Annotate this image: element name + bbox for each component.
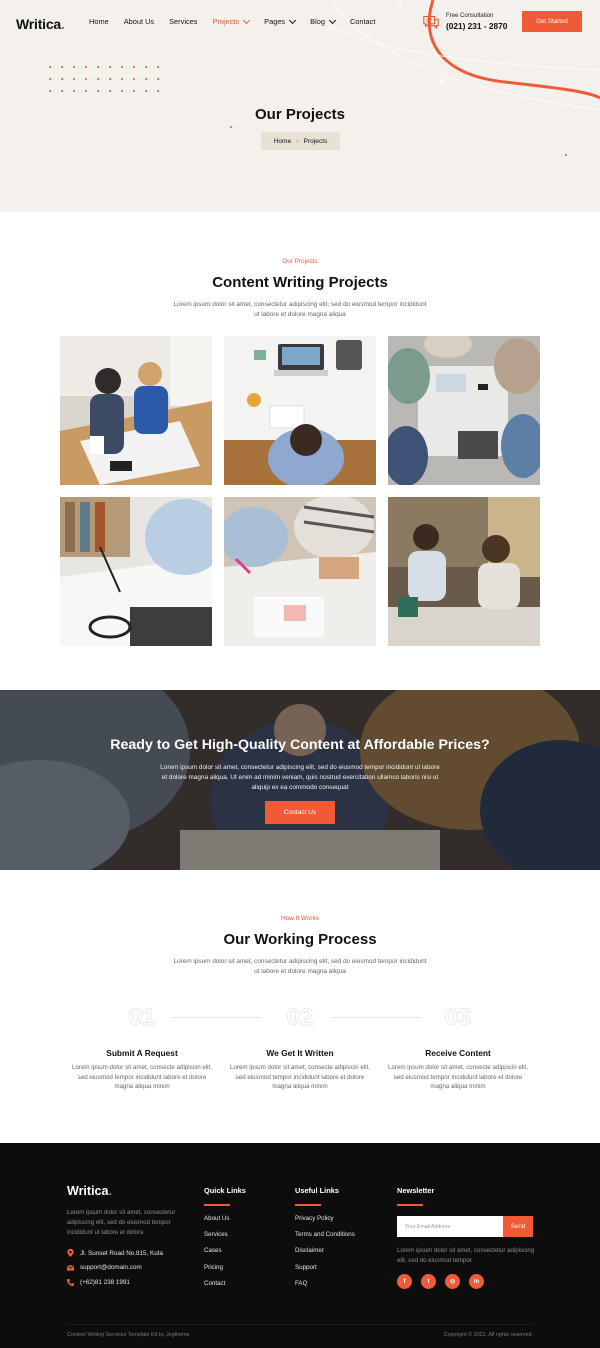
- project-image[interactable]: [60, 497, 212, 646]
- chevron-right-icon: ›: [296, 137, 299, 145]
- process-step: 03 Receive Content Lorem ipsum dolor sit…: [378, 1000, 538, 1092]
- footer-phone[interactable]: (+62)81 238 1991: [80, 1279, 130, 1286]
- footer: Writica. Lorem ipsum dolor sit amet, con…: [0, 1143, 600, 1348]
- project-image[interactable]: [388, 497, 540, 646]
- project-image[interactable]: [388, 336, 540, 485]
- project-gallery: [60, 336, 540, 646]
- footer-link[interactable]: Privacy Policy: [295, 1215, 355, 1231]
- dot-decor: [230, 126, 232, 128]
- main-nav: Home About Us Services Projects Pages Bl…: [89, 16, 390, 26]
- breadcrumb: Home › Projects: [261, 132, 340, 150]
- twitter-icon[interactable]: t: [421, 1274, 436, 1289]
- nav-item-contact[interactable]: Contact: [350, 17, 375, 26]
- footer-link[interactable]: Contact: [204, 1280, 229, 1296]
- newsletter-send-button[interactable]: Send: [503, 1216, 533, 1237]
- consult-phone: (021) 231 - 2870: [446, 21, 508, 31]
- useful-links-title: Useful Links: [295, 1186, 339, 1195]
- chevron-down-icon: [328, 16, 336, 24]
- footer-link[interactable]: Support: [295, 1264, 355, 1280]
- nav-item-services[interactable]: Services: [169, 17, 197, 26]
- step-number: 01: [128, 1004, 156, 1032]
- footer-link[interactable]: Services: [204, 1231, 229, 1247]
- nav-item-pages[interactable]: Pages: [264, 16, 297, 26]
- quick-links: About Us Services Cases Pricing Contact: [204, 1215, 229, 1296]
- dot-decor: [565, 154, 567, 156]
- cta-banner: Ready to Get High-Quality Content at Aff…: [0, 690, 600, 870]
- footer-link[interactable]: About Us: [204, 1215, 229, 1231]
- step-title: Receive Content: [425, 1048, 491, 1058]
- nav-item-blog[interactable]: Blog: [310, 16, 336, 26]
- phone-icon: [67, 1278, 74, 1286]
- nav-item-projects[interactable]: Projects: [212, 16, 251, 26]
- quick-links-title: Quick Links: [204, 1186, 246, 1195]
- footer-divider: [67, 1324, 533, 1325]
- contact-us-button[interactable]: Contact Us: [265, 801, 335, 824]
- footer-address: Jl. Sunset Road No.815, Kuta: [80, 1249, 163, 1257]
- footer-link[interactable]: Terms and Conditions: [295, 1231, 355, 1247]
- projects-description: Lorem ipsum dolor sit amet, consectetur …: [173, 301, 427, 318]
- logo[interactable]: Writica.: [16, 16, 65, 32]
- nav-item-about[interactable]: About Us: [124, 17, 154, 26]
- chat-icon: [423, 16, 439, 30]
- footer-link[interactable]: Disclaimer: [295, 1247, 355, 1263]
- step-description: Lorem ipsum dolor sit amet, consecte adi…: [230, 1064, 370, 1091]
- hero-section: + + Writica. Home About Us Services Proj…: [0, 0, 600, 212]
- process-title: Our Working Process: [223, 931, 377, 948]
- newsletter-title: Newsletter: [397, 1186, 435, 1195]
- process-step: 02 We Get It Written Lorem ipsum dolor s…: [220, 1000, 380, 1092]
- nav-item-home[interactable]: Home: [89, 17, 109, 26]
- footer-email[interactable]: support@domain.com: [80, 1264, 142, 1271]
- breadcrumb-current: Projects: [303, 137, 328, 145]
- chevron-down-icon: [289, 16, 297, 24]
- footer-logo[interactable]: Writica.: [67, 1184, 112, 1198]
- projects-title: Content Writing Projects: [212, 274, 388, 291]
- newsletter-description: Lorem ipsum dolor sit amet, consectetur …: [397, 1247, 535, 1264]
- mail-icon: [67, 1264, 74, 1271]
- plus-icon: +: [397, 0, 404, 12]
- page-title: Our Projects: [254, 106, 346, 123]
- project-image[interactable]: [224, 336, 376, 485]
- instagram-icon[interactable]: ◎: [445, 1274, 460, 1289]
- footer-credit: Content Writing Services Template Kit by…: [67, 1332, 190, 1338]
- location-pin-icon: [67, 1249, 74, 1258]
- process-step: 01 Submit A Request Lorem ipsum dolor si…: [62, 1000, 222, 1092]
- footer-copyright: Copyright © 2021. All rights reserved.: [443, 1332, 533, 1338]
- social-links: f t ◎ in: [397, 1274, 493, 1289]
- plus-icon: +: [438, 77, 445, 89]
- cta-title: Ready to Get High-Quality Content at Aff…: [110, 737, 490, 753]
- project-image[interactable]: [224, 497, 376, 646]
- step-description: Lorem ipsum dolor sit amet, consecte adi…: [72, 1064, 212, 1091]
- step-title: We Get It Written: [266, 1048, 334, 1058]
- free-consultation[interactable]: Free Consultation (021) 231 - 2870: [422, 13, 507, 31]
- footer-about: Lorem ipsum dolor sit amet, consectetur …: [67, 1209, 176, 1236]
- projects-eyebrow: Our Projects: [282, 258, 318, 265]
- step-title: Submit A Request: [106, 1048, 178, 1058]
- process-description: Lorem ipsum dolor sit amet, consectetur …: [173, 958, 427, 975]
- footer-contact: Jl. Sunset Road No.815, Kuta support@dom…: [67, 1246, 163, 1290]
- facebook-icon[interactable]: f: [397, 1274, 412, 1289]
- project-image[interactable]: [60, 336, 212, 485]
- useful-links: Privacy Policy Terms and Conditions Disc…: [295, 1215, 355, 1296]
- step-number: 02: [286, 1004, 314, 1032]
- step-number: 03: [444, 1004, 472, 1032]
- chevron-down-icon: [243, 16, 251, 24]
- footer-link[interactable]: Cases: [204, 1247, 229, 1263]
- linkedin-icon[interactable]: in: [469, 1274, 484, 1289]
- process-steps: 01 Submit A Request Lorem ipsum dolor si…: [60, 1000, 540, 1100]
- breadcrumb-home[interactable]: Home: [274, 138, 292, 145]
- dot-pattern: [49, 66, 169, 102]
- cta-description: Lorem ipsum dolor sit amet, consectetur …: [160, 764, 440, 791]
- process-eyebrow: How It Works: [281, 915, 319, 922]
- consult-label: Free Consultation: [446, 13, 494, 19]
- newsletter-email-input[interactable]: Your Email Address: [397, 1216, 503, 1237]
- footer-link[interactable]: Pricing: [204, 1264, 229, 1280]
- step-description: Lorem ipsum dolor sit amet, consecte adi…: [388, 1064, 528, 1091]
- get-started-button[interactable]: Get Started: [522, 11, 582, 32]
- footer-link[interactable]: FAQ: [295, 1280, 355, 1296]
